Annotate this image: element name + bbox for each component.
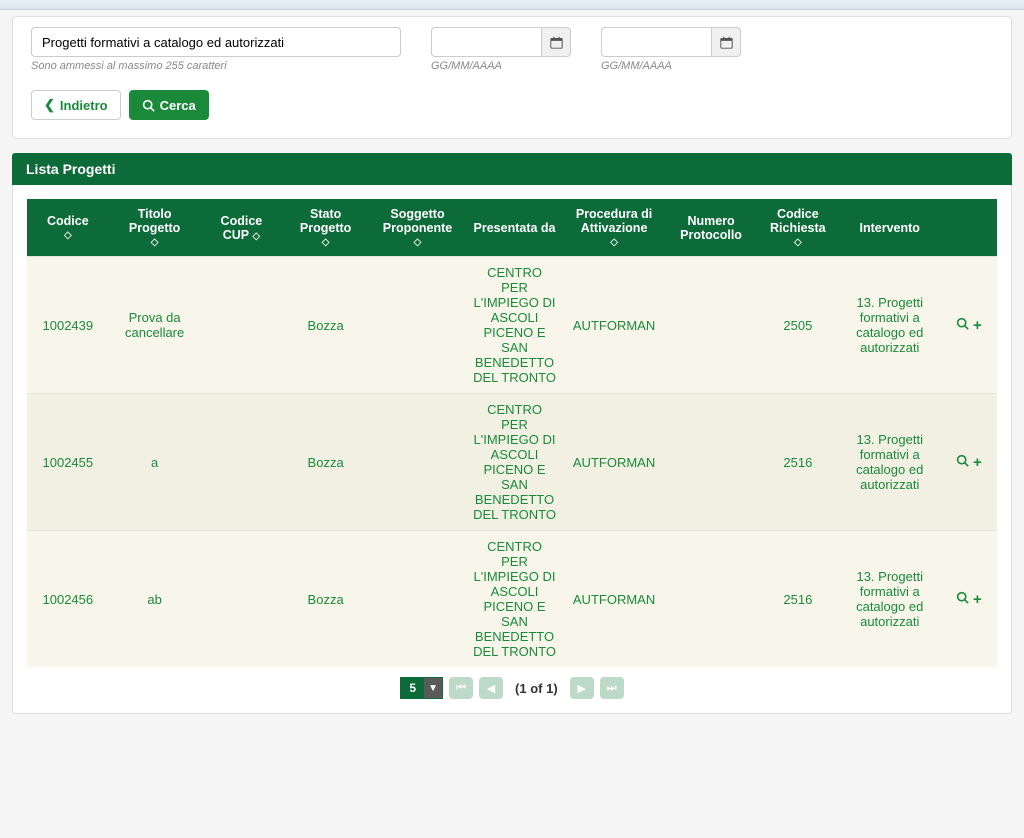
chevron-left-icon: ❮ (44, 97, 55, 113)
cell-stato: Bozza (282, 531, 369, 668)
page-prev-button[interactable]: ◀ (479, 677, 503, 699)
sort-icon: ◇ (288, 237, 363, 248)
cell-richiesta: 2505 (757, 257, 839, 394)
cell-codice: 1002456 (27, 531, 109, 668)
sort-icon: ◇ (375, 237, 460, 248)
projects-table: Codice◇ Titolo Progetto◇ Codice CUP ◇ St… (27, 199, 997, 667)
page-info: (1 of 1) (515, 681, 558, 696)
cell-protocollo (665, 531, 757, 668)
cell-titolo: ab (109, 531, 201, 668)
list-title: Lista Progetti (12, 153, 1012, 185)
col-header-titolo[interactable]: Titolo Progetto◇ (109, 199, 201, 257)
cell-actions: + (941, 257, 997, 394)
search-text-helper: Sono ammessi al massimo 255 caratteri (31, 60, 401, 72)
add-icon[interactable]: + (973, 454, 982, 471)
search-button-label: Cerca (160, 98, 196, 113)
date-from-helper: GG/MM/AAAA (431, 60, 571, 72)
col-header-richiesta[interactable]: Codice Richiesta◇ (757, 199, 839, 257)
cell-codice: 1002439 (27, 257, 109, 394)
cell-cup (201, 394, 283, 531)
table-row: 1002456ab Bozza CENTRO PER L'IMPIEGO DI AS… (27, 531, 997, 668)
chevron-down-icon: ▼ (424, 678, 442, 698)
col-header-presentata[interactable]: Presentata da (466, 199, 563, 257)
calendar-icon (550, 36, 563, 49)
sort-icon: ◇ (33, 230, 103, 241)
cell-actions: + (941, 531, 997, 668)
window-toolbar (0, 0, 1024, 10)
date-to-helper: GG/MM/AAAA (601, 60, 741, 72)
search-button[interactable]: Cerca (129, 90, 209, 120)
cell-soggetto (369, 531, 466, 668)
cell-soggetto (369, 257, 466, 394)
cell-intervento: 13. Progetti formativi a catalogo ed aut… (839, 531, 941, 668)
paginator: 5 ▼ ⏮ ◀ (1 of 1) ▶ ⏭ (27, 677, 997, 699)
col-header-intervento[interactable]: Intervento (839, 199, 941, 257)
cell-stato: Bozza (282, 394, 369, 531)
cell-actions: + (941, 394, 997, 531)
cell-cup (201, 257, 283, 394)
page-last-button[interactable]: ⏭ (600, 677, 624, 699)
back-button-label: Indietro (60, 98, 108, 113)
date-from-input[interactable] (431, 27, 541, 57)
add-icon[interactable]: + (973, 591, 982, 608)
cell-procedura: AUTFORMAN (563, 257, 665, 394)
cell-procedura: AUTFORMAN (563, 394, 665, 531)
date-to-input[interactable] (601, 27, 711, 57)
col-header-procedura[interactable]: Procedura di Attivazione◇ (563, 199, 665, 257)
search-icon (142, 99, 155, 112)
cell-titolo: Prova da cancellare (109, 257, 201, 394)
table-row: 1002455a Bozza CENTRO PER L'IMPIEGO DI ASC… (27, 394, 997, 531)
cell-codice: 1002455 (27, 394, 109, 531)
sort-icon: ◇ (252, 231, 260, 242)
cell-intervento: 13. Progetti formativi a catalogo ed aut… (839, 394, 941, 531)
sort-icon: ◇ (763, 237, 833, 248)
add-icon[interactable]: + (973, 317, 982, 334)
table-row: 1002439Prova da cancellare Bozza CENTRO PE… (27, 257, 997, 394)
view-icon[interactable] (956, 591, 969, 608)
col-header-protocollo[interactable]: Numero Protocollo (665, 199, 757, 257)
col-header-actions (941, 199, 997, 257)
page-size-value: 5 (401, 681, 424, 695)
col-header-cup[interactable]: Codice CUP ◇ (201, 199, 283, 257)
view-icon[interactable] (956, 317, 969, 334)
cell-protocollo (665, 257, 757, 394)
search-text-input[interactable] (31, 27, 401, 57)
cell-presentata: CENTRO PER L'IMPIEGO DI ASCOLI PICENO E … (466, 531, 563, 668)
cell-stato: Bozza (282, 257, 369, 394)
cell-procedura: AUTFORMAN (563, 531, 665, 668)
sort-icon: ◇ (569, 237, 659, 248)
search-panel: Sono ammessi al massimo 255 caratteri GG (12, 16, 1012, 139)
col-header-stato[interactable]: Stato Progetto◇ (282, 199, 369, 257)
cell-richiesta: 2516 (757, 531, 839, 668)
col-header-soggetto[interactable]: Soggetto Proponente◇ (369, 199, 466, 257)
calendar-icon (720, 36, 733, 49)
cell-richiesta: 2516 (757, 394, 839, 531)
view-icon[interactable] (956, 454, 969, 471)
page-first-button[interactable]: ⏮ (449, 677, 473, 699)
cell-presentata: CENTRO PER L'IMPIEGO DI ASCOLI PICENO E … (466, 257, 563, 394)
date-to-calendar-button[interactable] (711, 27, 741, 57)
page-size-select[interactable]: 5 ▼ (400, 677, 443, 699)
list-panel: Codice◇ Titolo Progetto◇ Codice CUP ◇ St… (12, 185, 1012, 714)
cell-presentata: CENTRO PER L'IMPIEGO DI ASCOLI PICENO E … (466, 394, 563, 531)
cell-intervento: 13. Progetti formativi a catalogo ed aut… (839, 257, 941, 394)
cell-protocollo (665, 394, 757, 531)
page-next-button[interactable]: ▶ (570, 677, 594, 699)
cell-cup (201, 531, 283, 668)
cell-soggetto (369, 394, 466, 531)
back-button[interactable]: ❮ Indietro (31, 90, 121, 120)
col-header-codice[interactable]: Codice◇ (27, 199, 109, 257)
date-from-calendar-button[interactable] (541, 27, 571, 57)
cell-titolo: a (109, 394, 201, 531)
sort-icon: ◇ (115, 237, 195, 248)
